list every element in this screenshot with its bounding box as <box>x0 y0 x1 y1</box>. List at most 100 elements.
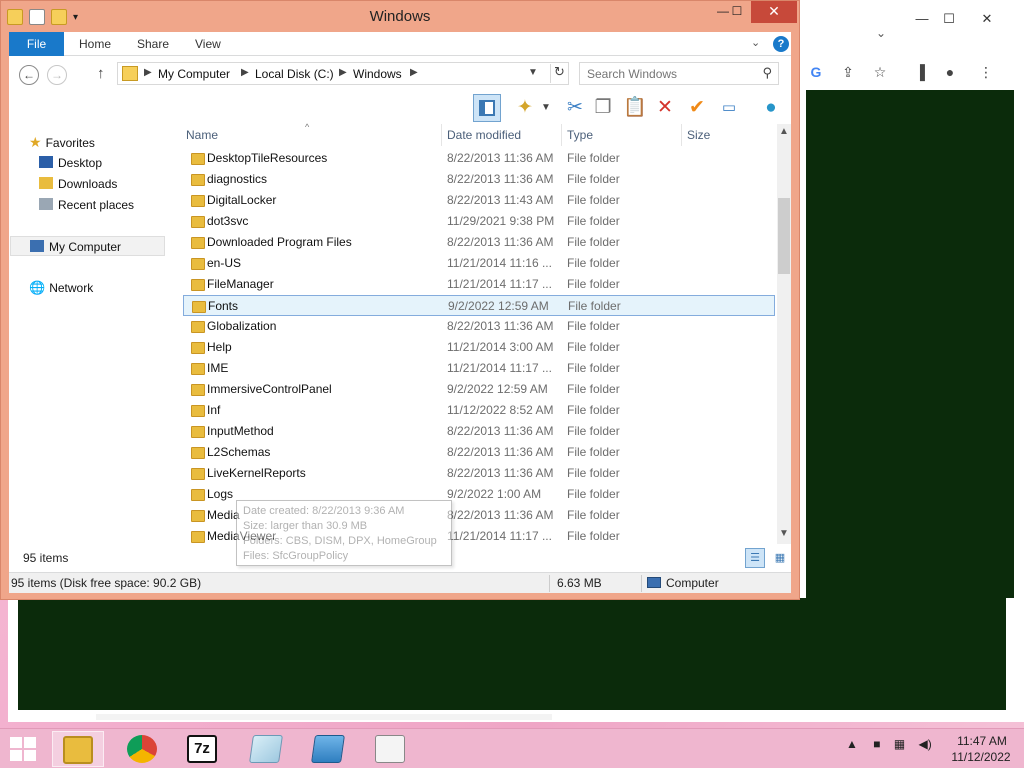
new-folder-icon[interactable]: ✦ <box>511 94 539 122</box>
tab-file[interactable]: File <box>9 32 64 56</box>
search-icon[interactable]: ⚲ <box>762 65 772 81</box>
breadcrumb-separator-icon[interactable]: ▶ <box>144 67 152 78</box>
computer-icon <box>647 577 661 588</box>
breadcrumb-separator-icon[interactable]: ▶ <box>241 67 249 78</box>
taskbar-window-app[interactable] <box>302 731 354 767</box>
file-row[interactable]: Downloaded Program Files 8/22/2013 11:36 … <box>183 232 775 253</box>
taskbar-chrome[interactable] <box>116 731 168 767</box>
clock-time[interactable]: 11:47 AM <box>952 734 1012 748</box>
start-button[interactable] <box>8 736 38 762</box>
file-row[interactable]: Fonts 9/2/2022 12:59 AM File folder <box>183 295 775 316</box>
scroll-down-icon[interactable]: ▼ <box>779 528 789 539</box>
search-box[interactable]: ⚲ <box>579 62 779 85</box>
file-row[interactable]: Globalization 8/22/2013 11:36 AM File fold… <box>183 316 775 337</box>
volume-icon[interactable]: ◀) <box>919 737 932 751</box>
nav-favorites[interactable]: ★ Favorites <box>29 132 95 152</box>
nav-downloads[interactable]: Downloads <box>39 174 117 194</box>
breadcrumb-separator-icon[interactable]: ▶ <box>339 67 347 78</box>
column-name[interactable]: Name <box>186 128 218 142</box>
file-row[interactable]: diagnostics 8/22/2013 11:36 AM File folder <box>183 169 775 190</box>
column-divider[interactable] <box>561 124 562 146</box>
star-icon[interactable]: ☆ <box>870 62 890 82</box>
side-panel-icon[interactable]: ▐ <box>910 62 930 82</box>
back-button[interactable]: ← <box>19 65 39 85</box>
layout-pane-icon[interactable] <box>473 94 501 122</box>
details-view-icon[interactable]: ☰ <box>745 548 765 568</box>
google-icon[interactable]: G <box>806 62 826 82</box>
address-history-dropdown-icon[interactable]: ▼ <box>528 67 538 78</box>
breadcrumb-windows[interactable]: Windows <box>353 67 402 81</box>
file-list: Name ^ Date modified Type Size DesktopTi… <box>183 122 791 557</box>
chrome-maximize-button[interactable]: ☐ <box>934 8 964 32</box>
large-icons-view-icon[interactable]: ▦ <box>771 548 789 568</box>
copy-icon[interactable]: ❐ <box>589 94 617 122</box>
show-hidden-icons-icon[interactable]: ▲ <box>846 737 858 751</box>
search-input[interactable] <box>587 64 757 84</box>
paste-icon[interactable]: 📋 <box>621 94 649 122</box>
column-type[interactable]: Type <box>567 128 593 142</box>
file-row[interactable]: L2Schemas 8/22/2013 11:36 AM File folder <box>183 442 775 463</box>
taskbar-performance-monitor[interactable] <box>364 731 416 767</box>
chrome-minimize-button[interactable]: — <box>907 8 937 32</box>
nav-recent-places[interactable]: Recent places <box>39 195 134 215</box>
column-divider[interactable] <box>681 124 682 146</box>
tab-home[interactable]: Home <box>79 32 111 56</box>
file-row[interactable]: dot3svc 11/29/2021 9:38 PM File folder <box>183 211 775 232</box>
action-center-icon[interactable]: ■ <box>873 737 880 751</box>
scrollbar-thumb[interactable] <box>778 198 790 274</box>
address-bar[interactable]: ▶ My Computer ▶ Local Disk (C:) ▶ Window… <box>117 62 569 85</box>
nav-my-computer-label: My Computer <box>49 240 122 254</box>
file-row[interactable]: IME 11/21/2014 11:17 ... File folder <box>183 358 775 379</box>
menu-icon[interactable]: ⋮ <box>976 62 996 82</box>
chevron-down-icon[interactable]: ⌄ <box>876 26 886 40</box>
breadcrumb-my-computer[interactable]: My Computer <box>158 67 230 81</box>
folder-icon <box>191 321 205 333</box>
vertical-scrollbar[interactable]: ▲ ▼ <box>777 124 791 544</box>
rename-icon[interactable]: ▭ <box>715 94 743 122</box>
forward-button[interactable]: → <box>47 65 67 85</box>
taskbar-file-explorer[interactable] <box>52 731 104 767</box>
nav-desktop[interactable]: Desktop <box>39 153 102 173</box>
file-name: LiveKernelReports <box>207 466 306 480</box>
expand-ribbon-icon[interactable]: ⌄ <box>751 36 760 49</box>
column-size[interactable]: Size <box>687 128 710 142</box>
delete-icon[interactable]: ✕ <box>651 94 679 122</box>
scroll-up-icon[interactable]: ▲ <box>779 126 789 137</box>
breadcrumb-local-disk[interactable]: Local Disk (C:) <box>255 67 334 81</box>
column-date-modified[interactable]: Date modified <box>447 128 521 142</box>
file-row[interactable]: Help 11/21/2014 3:00 AM File folder <box>183 337 775 358</box>
file-row[interactable]: InputMethod 8/22/2013 11:36 AM File folder <box>183 421 775 442</box>
file-row[interactable]: DigitalLocker 8/22/2013 11:43 AM File fold… <box>183 190 775 211</box>
checkmark-icon[interactable]: ✔ <box>683 94 711 122</box>
nav-my-computer[interactable]: My Computer <box>10 236 165 256</box>
share-icon[interactable]: ⇪ <box>838 62 858 82</box>
taskbar-notepad[interactable] <box>240 731 292 767</box>
file-name: dot3svc <box>207 214 249 228</box>
clock-date[interactable]: 11/12/2022 <box>950 750 1012 764</box>
dropdown-arrow-icon[interactable]: ▼ <box>539 94 553 122</box>
maximize-button[interactable]: ☐ <box>723 1 751 23</box>
cut-icon[interactable]: ✂ <box>561 94 589 122</box>
column-divider[interactable] <box>441 124 442 146</box>
file-date-modified: 11/21/2014 3:00 AM <box>447 340 554 354</box>
tab-view[interactable]: View <box>195 32 221 56</box>
tab-share[interactable]: Share <box>137 32 169 56</box>
file-row[interactable]: DesktopTileResources 8/22/2013 11:36 AM Fi… <box>183 148 775 169</box>
up-button[interactable]: ↑ <box>97 65 105 82</box>
close-button[interactable]: ✕ <box>751 1 797 23</box>
file-row[interactable]: FileManager 11/21/2014 11:17 ... File fold… <box>183 274 775 295</box>
globe-icon[interactable]: ● <box>757 94 785 122</box>
refresh-icon[interactable]: ↻ <box>550 64 568 83</box>
chrome-close-button[interactable]: ✕ <box>972 8 1002 32</box>
taskbar-7zip[interactable]: 7z <box>176 731 228 767</box>
file-row[interactable]: en-US 11/21/2014 11:16 ... File folder <box>183 253 775 274</box>
file-row[interactable]: ImmersiveControlPanel 9/2/2022 12:59 AM Fi… <box>183 379 775 400</box>
nav-network[interactable]: 🌐 Network <box>29 278 93 298</box>
help-button[interactable]: ? <box>773 36 789 52</box>
file-row[interactable]: Inf 11/12/2022 8:52 AM File folder <box>183 400 775 421</box>
tooltip-line: Folders: CBS, DISM, DPX, HomeGroup <box>243 535 437 547</box>
file-row[interactable]: LiveKernelReports 8/22/2013 11:36 AM File … <box>183 463 775 484</box>
network-status-icon[interactable]: ▦ <box>894 737 905 751</box>
profile-icon[interactable]: ● <box>940 62 960 82</box>
breadcrumb-separator-icon[interactable]: ▶ <box>410 67 418 78</box>
